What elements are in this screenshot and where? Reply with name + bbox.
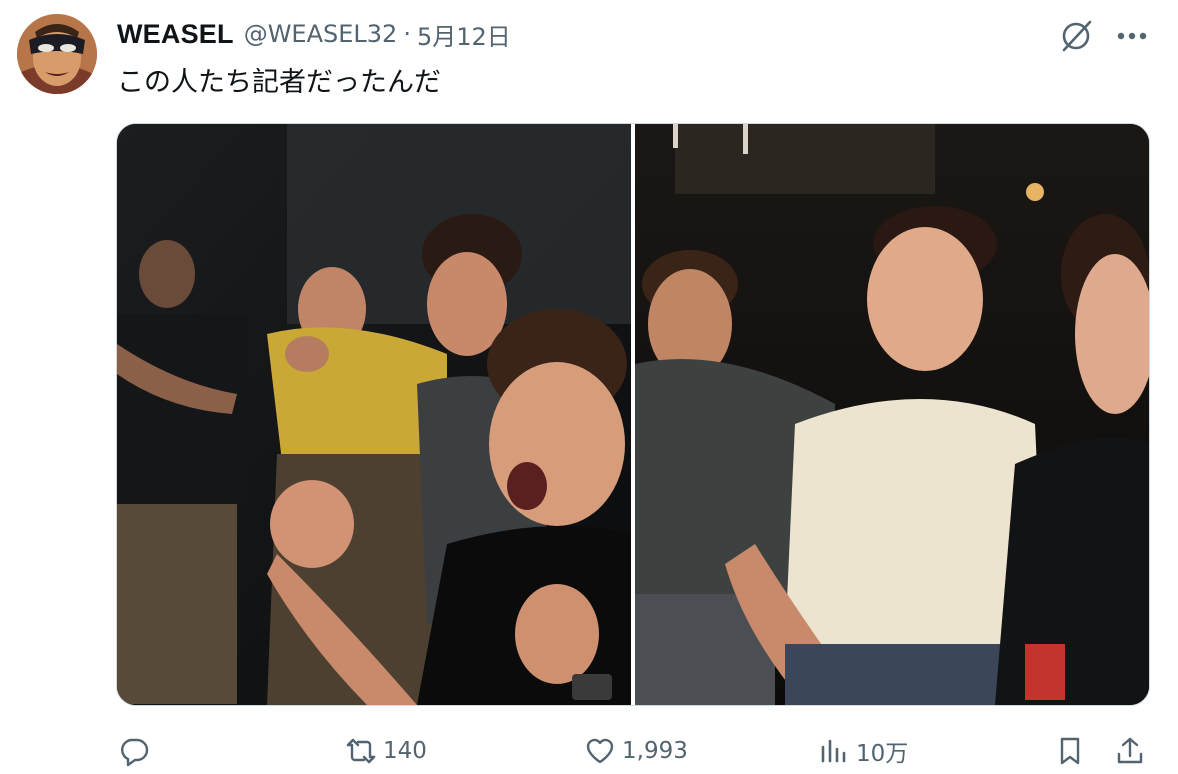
post-date[interactable]: 5月12日 bbox=[417, 17, 511, 52]
retweet-icon bbox=[346, 738, 376, 764]
avatar[interactable] bbox=[17, 14, 97, 94]
like-button[interactable]: 1,993 bbox=[584, 728, 688, 774]
reply-icon bbox=[121, 738, 149, 767]
tweet-media[interactable] bbox=[116, 123, 1150, 706]
action-bar: 140 1,993 10万 bbox=[0, 728, 1178, 774]
avatar-illustration bbox=[17, 14, 97, 94]
like-count: 1,993 bbox=[622, 738, 688, 764]
reply-button[interactable] bbox=[118, 728, 156, 774]
heart-icon bbox=[586, 738, 614, 764]
views-icon bbox=[821, 739, 846, 763]
grok-icon[interactable] bbox=[1058, 18, 1094, 54]
retweet-button[interactable]: 140 bbox=[345, 728, 427, 774]
views-button[interactable]: 10万 bbox=[818, 728, 908, 774]
views-count: 10万 bbox=[856, 741, 909, 767]
share-button[interactable] bbox=[1114, 728, 1146, 774]
bookmark-icon bbox=[1060, 737, 1080, 765]
tweet-header: WEASEL @WEASEL32 · 5月12日 bbox=[117, 16, 511, 52]
photo-left[interactable] bbox=[117, 124, 631, 705]
photo-right[interactable] bbox=[635, 124, 1149, 705]
user-handle[interactable]: @WEASEL32 bbox=[244, 20, 398, 48]
retweet-count: 140 bbox=[383, 738, 427, 764]
bookmark-button[interactable] bbox=[1054, 728, 1086, 774]
display-name[interactable]: WEASEL bbox=[117, 19, 234, 50]
tweet-text: この人たち記者だったんだ bbox=[117, 67, 441, 98]
more-options-icon[interactable] bbox=[1112, 18, 1152, 54]
share-icon bbox=[1117, 737, 1143, 764]
separator-dot: · bbox=[403, 20, 411, 48]
